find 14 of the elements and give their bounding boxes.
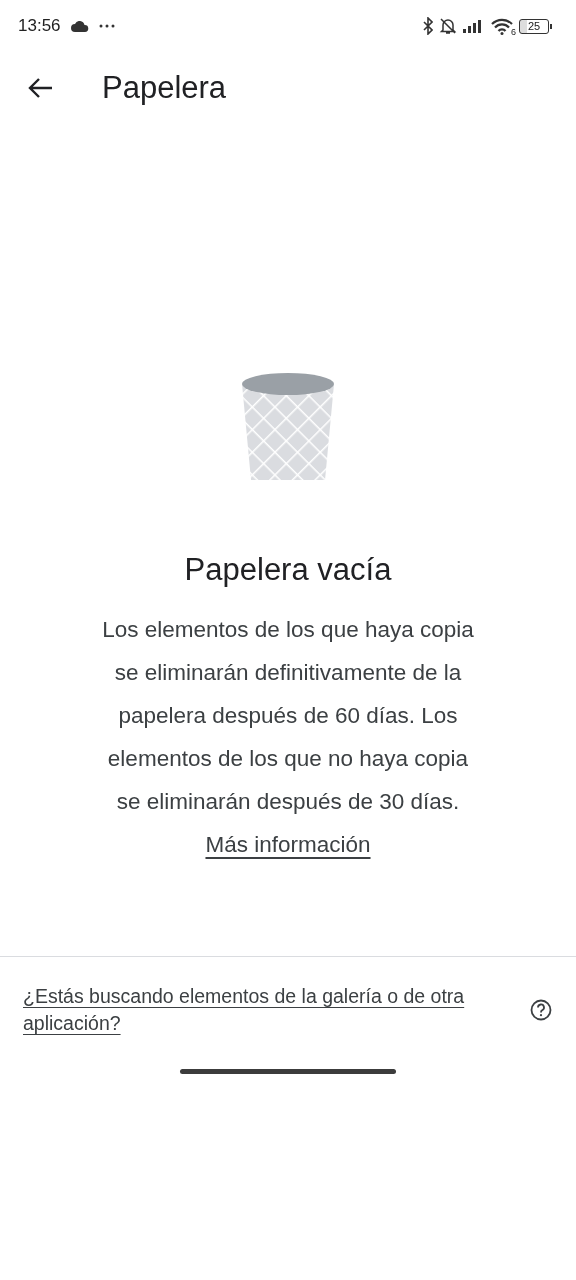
bell-off-icon <box>439 17 457 35</box>
cloud-icon <box>70 20 89 32</box>
wifi-band-label: 6 <box>511 26 516 37</box>
other-apps-link[interactable]: ¿Estás buscando elementos de la galería o de otra aplicación? <box>23 983 518 1037</box>
battery-level: 25 <box>519 18 549 34</box>
bluetooth-icon <box>423 17 433 35</box>
learn-more-link[interactable]: Más información <box>205 832 371 857</box>
more-icon <box>98 24 115 28</box>
page-title: Papelera <box>102 70 227 106</box>
empty-title: Papelera vacía <box>184 552 392 588</box>
wifi-icon <box>491 17 513 35</box>
clock-time: 13:56 <box>18 16 61 36</box>
help-icon[interactable] <box>530 999 552 1021</box>
info-message: Los elementos de los que haya copia se eliminarán definitivamente de la papelera después de 60 días. Los elementos de los que no haya copia se eliminarán después de 30 días. Más información <box>101 616 475 859</box>
